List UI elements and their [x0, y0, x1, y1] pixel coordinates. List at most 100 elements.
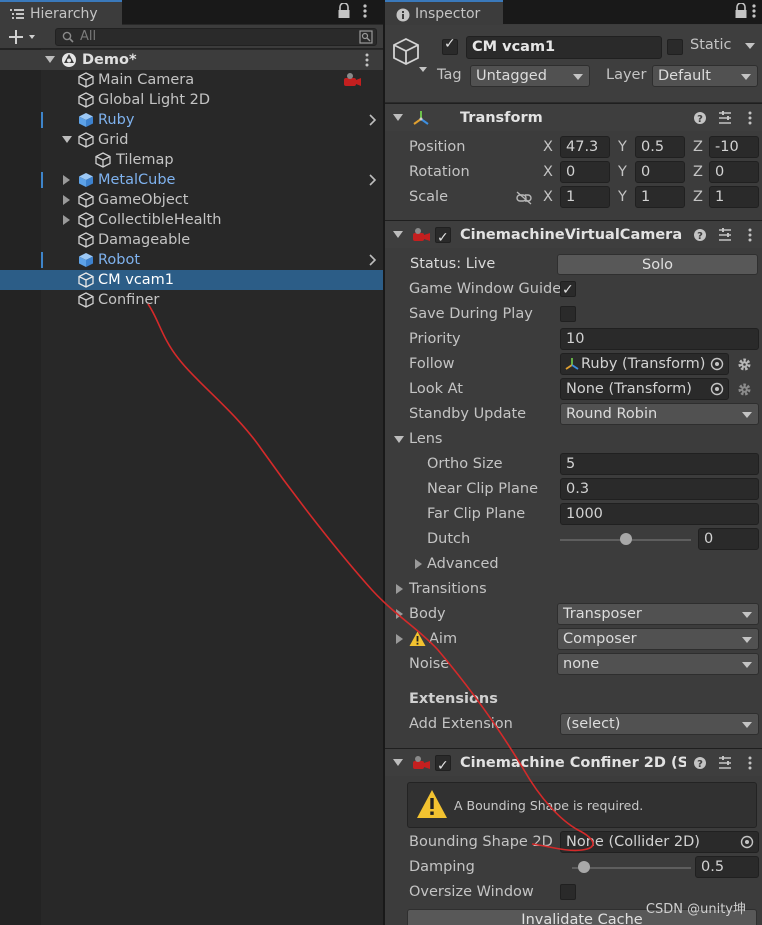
- create-plus-icon[interactable]: [9, 29, 39, 45]
- hierarchy-search-input[interactable]: All: [55, 28, 377, 46]
- dutch-field[interactable]: 0: [698, 528, 759, 550]
- cinemachine-camera-icon: [411, 226, 431, 244]
- damping-field[interactable]: 0.5: [695, 856, 759, 878]
- hierarchy-item-cm-vcam1[interactable]: CM vcam1: [0, 270, 383, 290]
- priority-field[interactable]: 10: [560, 328, 759, 350]
- fold-open-icon[interactable]: [62, 136, 72, 144]
- hierarchy-item-global-light-2d[interactable]: Global Light 2D: [0, 90, 383, 110]
- hierarchy-item-confiner[interactable]: Confiner: [0, 290, 383, 310]
- rotation-z-field[interactable]: 0: [709, 161, 759, 183]
- fold-closed-icon[interactable]: [415, 559, 423, 569]
- fold-closed-icon[interactable]: [63, 195, 71, 205]
- scale-y-field[interactable]: 1: [635, 186, 685, 208]
- confiner-component-header[interactable]: Cinemachine Confiner 2D (Scri ?: [385, 748, 762, 780]
- fold-closed-icon[interactable]: [396, 584, 404, 594]
- look-at-field[interactable]: None (Transform): [560, 378, 729, 400]
- tag-dropdown[interactable]: Untagged: [470, 65, 590, 87]
- object-picker-icon[interactable]: [710, 382, 724, 396]
- gear-icon[interactable]: [737, 357, 752, 372]
- fold-open-icon[interactable]: [45, 56, 55, 64]
- extensions-row: Extensions: [385, 687, 762, 712]
- position-z-field[interactable]: -10: [709, 136, 759, 158]
- inspector-tab[interactable]: Inspector: [385, 0, 503, 25]
- oversize-window-checkbox[interactable]: [560, 884, 576, 900]
- near-clip-field[interactable]: 0.3: [560, 478, 759, 500]
- static-dropdown-arrow[interactable]: [745, 43, 755, 51]
- far-clip-field[interactable]: 1000: [560, 503, 759, 525]
- follow-field[interactable]: Ruby (Transform): [560, 353, 729, 375]
- vcam-title: CinemachineVirtualCamera: [460, 227, 683, 243]
- gameobject-cube-icon: [78, 292, 94, 308]
- hierarchy-item-collectiblehealth[interactable]: CollectibleHealth: [0, 210, 383, 230]
- dutch-slider-knob[interactable]: [619, 533, 632, 545]
- scale-x-field[interactable]: 1: [560, 186, 610, 208]
- ortho-size-field[interactable]: 5: [560, 453, 759, 475]
- body-dropdown[interactable]: Transposer: [557, 603, 759, 625]
- fold-closed-icon[interactable]: [63, 215, 71, 225]
- lock-icon[interactable]: [337, 3, 351, 19]
- hierarchy-item-main-camera[interactable]: Main Camera: [0, 70, 383, 90]
- chevron-right-icon[interactable]: [369, 174, 377, 186]
- hierarchy-item-ruby[interactable]: Ruby: [0, 110, 383, 130]
- scale-z-field[interactable]: 1: [709, 186, 759, 208]
- chevron-right-icon[interactable]: [369, 114, 377, 126]
- fold-open-icon[interactable]: [394, 436, 404, 444]
- object-picker-icon[interactable]: [740, 835, 754, 849]
- rotation-x-field[interactable]: 0: [560, 161, 610, 183]
- bounding-shape-field[interactable]: None (Collider 2D): [560, 831, 759, 853]
- confiner-enabled-checkbox[interactable]: [435, 752, 451, 780]
- lock-icon[interactable]: [734, 3, 748, 19]
- hierarchy-item-grid[interactable]: Grid: [0, 130, 383, 150]
- search-options-icon[interactable]: [359, 30, 373, 44]
- hierarchy-item-metalcube[interactable]: MetalCube: [0, 170, 383, 190]
- advanced-row[interactable]: Advanced: [385, 552, 762, 577]
- standby-update-dropdown[interactable]: Round Robin: [560, 403, 759, 425]
- scene-menu-icon[interactable]: [364, 52, 370, 68]
- hierarchy-item-tilemap[interactable]: Tilemap: [0, 150, 383, 170]
- gameobject-cube-icon: [78, 132, 94, 148]
- scene-header[interactable]: Demo*: [0, 50, 383, 70]
- follow-label: Follow: [409, 356, 455, 372]
- priority-row: Priority 10: [385, 327, 762, 352]
- kebab-menu-icon[interactable]: [751, 3, 757, 19]
- position-y-field[interactable]: 0.5: [635, 136, 685, 158]
- fold-open-icon[interactable]: [393, 759, 403, 767]
- hierarchy-tab[interactable]: Hierarchy: [0, 0, 122, 25]
- save-during-play-checkbox[interactable]: [560, 306, 576, 322]
- layer-dropdown[interactable]: Default: [652, 65, 758, 87]
- transform-header[interactable]: Transform ?: [385, 103, 762, 131]
- add-extension-dropdown[interactable]: (select): [560, 713, 759, 735]
- kebab-menu-icon[interactable]: [362, 3, 368, 19]
- gear-icon[interactable]: [737, 382, 752, 397]
- gameobject-cube-icon: [78, 92, 94, 108]
- fold-open-icon[interactable]: [393, 231, 403, 239]
- noise-dropdown[interactable]: none: [557, 653, 759, 675]
- hierarchy-item-robot[interactable]: Robot: [0, 250, 383, 270]
- fold-closed-icon[interactable]: [396, 634, 404, 644]
- fold-open-icon[interactable]: [393, 114, 403, 122]
- object-name-field[interactable]: CM vcam1: [466, 36, 662, 59]
- static-checkbox[interactable]: [667, 39, 683, 55]
- hierarchy-item-gameobject[interactable]: GameObject: [0, 190, 383, 210]
- chevron-right-icon[interactable]: [369, 254, 377, 266]
- vcam-enabled-checkbox[interactable]: [435, 224, 451, 252]
- constrain-proportions-icon[interactable]: [515, 191, 533, 205]
- gameobject-large-icon[interactable]: [393, 37, 429, 77]
- active-checkbox[interactable]: [442, 36, 458, 55]
- solo-button[interactable]: Solo: [557, 254, 758, 275]
- rotation-y-field[interactable]: 0: [635, 161, 685, 183]
- aim-dropdown[interactable]: Composer: [557, 628, 759, 650]
- hierarchy-item-damageable[interactable]: Damageable: [0, 230, 383, 250]
- save-during-play-label: Save During Play: [409, 306, 533, 322]
- svg-text:?: ?: [697, 759, 703, 770]
- vcam-component-header[interactable]: CinemachineVirtualCamera ?: [385, 220, 762, 252]
- object-picker-icon[interactable]: [710, 357, 724, 371]
- transitions-row[interactable]: Transitions: [385, 577, 762, 602]
- fold-closed-icon[interactable]: [63, 175, 71, 185]
- fold-closed-icon[interactable]: [396, 609, 404, 619]
- lens-row[interactable]: Lens: [385, 427, 762, 452]
- damping-slider-knob[interactable]: [577, 861, 590, 873]
- position-x-field[interactable]: 47.3: [560, 136, 610, 158]
- game-window-guides-checkbox[interactable]: [560, 278, 576, 303]
- hierarchy-tab-bar: Hierarchy: [0, 0, 383, 25]
